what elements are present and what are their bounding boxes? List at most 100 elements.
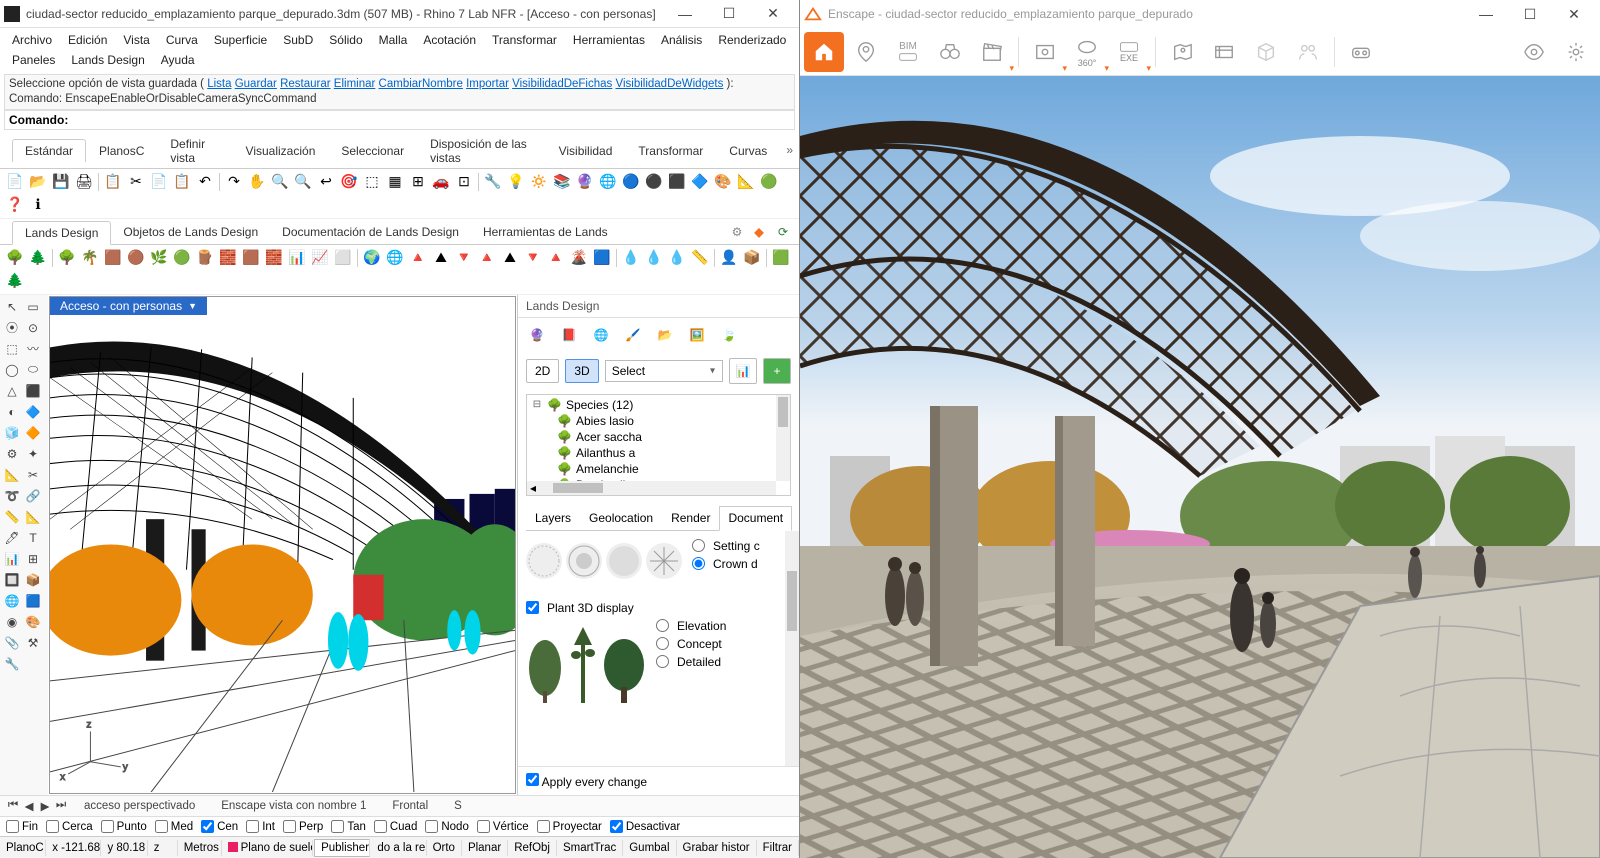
copy2-icon[interactable]: 📄 (148, 171, 170, 193)
lands-tool-23[interactable]: ⛰ (499, 247, 521, 269)
vp-nav-first[interactable]: ⏮ (6, 799, 20, 813)
species-tree[interactable]: ⊟🌳 Species (12) 🌳Abies lasio🌳Acer saccha… (526, 394, 791, 496)
location-pin-icon[interactable] (846, 32, 886, 72)
folder-icon[interactable]: 📂 (654, 324, 676, 346)
box-icon[interactable]: ⬛ (666, 171, 688, 193)
ens-maximize-button[interactable]: ☐ (1508, 0, 1552, 28)
tab-estándar[interactable]: Estándar (12, 139, 86, 162)
add-plant-button[interactable]: + (763, 358, 791, 384)
left-tool-6[interactable]: ◯ (2, 360, 22, 380)
osnap-punto[interactable]: Punto (101, 820, 147, 833)
cube-icon[interactable] (1246, 32, 1286, 72)
command-input[interactable] (72, 111, 794, 129)
tree-vscrollbar[interactable] (776, 395, 790, 481)
car-icon[interactable]: 🚗 (430, 171, 452, 193)
cmd-option-restaurar[interactable]: Restaurar (280, 78, 331, 90)
lands-tool-3[interactable]: 🌳 (56, 247, 78, 269)
4view-icon[interactable]: ⊞ (407, 171, 429, 193)
globe-icon[interactable]: 🌐 (597, 171, 619, 193)
left-tool-25[interactable]: ⊞ (23, 549, 43, 569)
osnap-cen[interactable]: Cen (201, 820, 238, 833)
lands-tool-37[interactable]: 🟩 (770, 247, 792, 269)
status-record[interactable]: do a la re (371, 840, 426, 856)
left-tool-7[interactable]: ⬭ (23, 360, 43, 380)
menu-malla[interactable]: Malla (371, 30, 416, 50)
help-icon[interactable]: 🟢 (758, 171, 780, 193)
tree-root[interactable]: ⊟🌳 Species (12) (529, 397, 788, 413)
status-layer[interactable]: Plano de suelo (222, 840, 313, 856)
binoculars-icon[interactable] (930, 32, 970, 72)
left-tool-28[interactable]: 🌐 (2, 591, 22, 611)
ens-close-button[interactable]: ✕ (1552, 0, 1596, 28)
vr-headset-icon[interactable] (1341, 32, 1381, 72)
left-tool-15[interactable]: ✦ (23, 444, 43, 464)
tab-disposición-de-las-vistas[interactable]: Disposición de las vistas (417, 132, 546, 169)
cmd-option-visibilidaddewidgets[interactable]: VisibilidadDeWidgets (616, 78, 724, 90)
plant-3d-display-checkbox[interactable]: Plant 3D display (526, 599, 791, 617)
menu-acotación[interactable]: Acotación (415, 30, 484, 50)
left-tool-26[interactable]: 🔲 (2, 570, 22, 590)
filter-icon[interactable]: 📊 (729, 358, 757, 384)
left-tool-13[interactable]: 🔶 (23, 423, 43, 443)
menu-herramientas[interactable]: Herramientas (565, 30, 653, 50)
lands-tool-29[interactable]: 💧 (620, 247, 642, 269)
left-tool-16[interactable]: 📐 (2, 465, 22, 485)
menu-superficie[interactable]: Superficie (206, 30, 275, 50)
lands-tool-11[interactable]: 🟫 (240, 247, 262, 269)
lands-tool-35[interactable]: 📦 (741, 247, 763, 269)
status-units[interactable]: Metros (178, 840, 222, 856)
pan-icon[interactable]: ✋ (246, 171, 268, 193)
left-tool-4[interactable]: ⬚ (2, 339, 22, 359)
cut-icon[interactable]: ✂ (125, 171, 147, 193)
tab-planosc[interactable]: PlanosC (86, 139, 157, 162)
menu-análisis[interactable]: Análisis (653, 30, 710, 50)
lands-tab-3[interactable]: Herramientas de Lands (471, 221, 620, 243)
redo-icon[interactable]: ↷ (223, 171, 245, 193)
lands-tool-21[interactable]: 🔻 (453, 247, 475, 269)
open-icon[interactable]: 📂 (27, 171, 49, 193)
status-toggle-smarttrac[interactable]: SmartTrac (557, 840, 623, 856)
viewport-tab[interactable]: Frontal (386, 798, 434, 814)
exe-export-icon[interactable]: EXE ▾ (1109, 32, 1149, 72)
bim-icon[interactable]: BIM (888, 32, 928, 72)
zoom-ext-icon[interactable]: 🔍 (292, 171, 314, 193)
apply-every-change[interactable]: Apply every change (518, 766, 799, 795)
subtab-render[interactable]: Render (662, 506, 719, 530)
gear-icon[interactable]: ⚙ (727, 222, 747, 242)
osnap-tan[interactable]: Tan (331, 820, 366, 833)
left-tool-11[interactable]: 🔷 (23, 402, 43, 422)
doc-vscrollbar[interactable] (785, 531, 799, 766)
mode-select[interactable]: Select (605, 360, 723, 382)
status-toggle-gumbal[interactable]: Gumbal (623, 840, 676, 856)
tabs-overflow-icon[interactable]: » (780, 143, 799, 157)
menu-archivo[interactable]: Archivo (4, 30, 60, 50)
osnap-disable[interactable]: Desactivar (610, 820, 680, 833)
lands-tool-24[interactable]: 🔻 (522, 247, 544, 269)
menu-vista[interactable]: Vista (115, 30, 157, 50)
menu-lands design[interactable]: Lands Design (63, 50, 152, 70)
render-icon[interactable]: 🔮 (574, 171, 596, 193)
lands-tab-2[interactable]: Documentación de Lands Design (270, 221, 471, 243)
paste-icon[interactable]: 📋 (171, 171, 193, 193)
vp-nav-next[interactable]: ▶ (38, 799, 52, 813)
light-icon[interactable]: 💡 (505, 171, 527, 193)
lands-tool-9[interactable]: 🪵 (194, 247, 216, 269)
tab-visualización[interactable]: Visualización (233, 139, 329, 162)
viewport-tab[interactable]: S (448, 798, 468, 814)
left-tool-19[interactable]: 🔗 (23, 486, 43, 506)
species-item[interactable]: 🌳Acer saccha (529, 429, 788, 445)
status-publisher[interactable]: Publisher (314, 839, 370, 857)
lands-tool-32[interactable]: 📏 (689, 247, 711, 269)
undo-view-icon[interactable]: ↩ (315, 171, 337, 193)
osnap-cuad[interactable]: Cuad (374, 820, 418, 833)
status-toggle-orto[interactable]: Orto (427, 840, 462, 856)
lands-tool-0[interactable]: 🌳 (4, 247, 26, 269)
cmd-option-cambiarnombre[interactable]: CambiarNombre (379, 78, 463, 90)
new-icon[interactable]: 📄 (4, 171, 26, 193)
lands-tool-8[interactable]: 🟢 (171, 247, 193, 269)
left-tool-2[interactable]: ⦿ (2, 318, 22, 338)
left-tool-17[interactable]: ✂ (23, 465, 43, 485)
menu-ayuda[interactable]: Ayuda (153, 50, 203, 70)
osnap-fin[interactable]: Fin (6, 820, 38, 833)
enscape-viewport[interactable] (800, 76, 1600, 858)
